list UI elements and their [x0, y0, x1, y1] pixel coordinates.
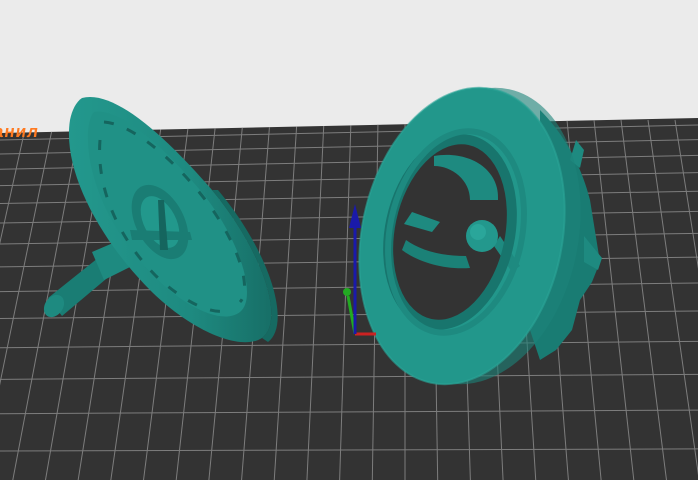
3d-viewport[interactable]: анил [0, 0, 698, 480]
bed-label-text: анил [0, 122, 41, 141]
scene-canvas[interactable] [0, 0, 698, 480]
